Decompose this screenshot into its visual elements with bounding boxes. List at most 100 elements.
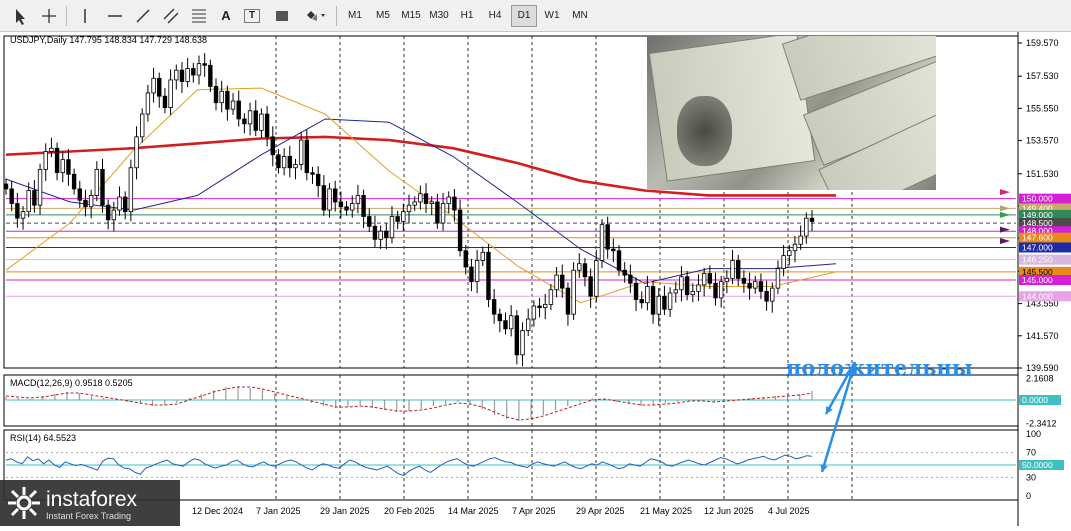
candle-body	[361, 195, 366, 217]
candle-body	[497, 313, 503, 322]
candle-body	[20, 211, 26, 219]
candle-body	[633, 282, 639, 300]
y-tick-label: 141.570	[1026, 331, 1059, 341]
candle-body	[639, 299, 644, 304]
candle-body	[43, 151, 48, 170]
timeframe-h1[interactable]: H1	[454, 5, 480, 27]
candle-body	[508, 315, 514, 330]
candle-body	[463, 250, 468, 268]
candle-body	[406, 204, 412, 213]
candle-body	[412, 201, 417, 206]
candle-body	[174, 69, 179, 81]
annotation-label: положительны	[786, 355, 973, 380]
trendline-icon[interactable]	[132, 5, 154, 27]
candle-body	[480, 251, 485, 261]
candle-body	[741, 277, 747, 284]
candle-body	[111, 209, 117, 221]
candle-body	[770, 287, 775, 302]
timeframe-m1[interactable]: M1	[342, 5, 368, 27]
candle-body	[628, 274, 633, 284]
label-tool-button[interactable]: T	[244, 9, 260, 23]
candle-body	[469, 266, 474, 283]
candle-body	[531, 305, 537, 320]
macd-tick-label: 2.1608	[1026, 373, 1054, 383]
candle-body	[599, 224, 605, 261]
timeframe-m5[interactable]: M5	[370, 5, 396, 27]
candle-body	[77, 188, 82, 201]
candle-body	[60, 159, 65, 174]
candle-body	[105, 204, 111, 221]
rsi-tick-label: 0	[1026, 491, 1031, 501]
candle-body	[179, 69, 185, 82]
candle-body	[15, 203, 20, 219]
candle-body	[582, 263, 588, 278]
candle-body	[418, 193, 423, 203]
candle-body	[548, 289, 554, 305]
candle-body	[37, 168, 43, 206]
candle-body	[446, 196, 451, 204]
timeframe-d1[interactable]: D1	[511, 5, 537, 27]
candle-body	[645, 286, 650, 304]
timeframe-w1[interactable]: W1	[539, 5, 565, 27]
candle-body	[571, 269, 576, 315]
cursor-icon[interactable]	[8, 5, 30, 27]
candle-body	[423, 193, 429, 204]
logo-brand: instaforex	[46, 488, 138, 511]
candle-body	[537, 305, 542, 309]
candle-body	[701, 273, 707, 286]
candle-body	[134, 136, 139, 169]
level-arrow-icon	[1000, 237, 1010, 244]
candle-body	[718, 281, 724, 299]
x-tick-label: 7 Jan 2025	[256, 506, 301, 516]
candle-body	[730, 260, 735, 279]
candle-body	[168, 79, 173, 108]
timeframe-m15[interactable]: M15	[398, 5, 424, 27]
candle-body	[650, 286, 656, 315]
candle-body	[491, 299, 497, 315]
candle-body	[520, 330, 525, 356]
candle-body	[350, 203, 355, 211]
macd-header: MACD(12,26,9) 0.9518 0.5205	[10, 378, 133, 388]
candle-body	[656, 295, 661, 315]
vertical-line-icon[interactable]	[74, 5, 96, 27]
candle-body	[304, 139, 310, 174]
candle-body	[525, 318, 531, 331]
rectangle-icon[interactable]	[271, 5, 293, 27]
candle-body	[338, 201, 344, 208]
candle-body	[293, 164, 298, 169]
timeframe-h4[interactable]: H4	[482, 5, 508, 27]
candle-body	[3, 183, 9, 190]
candle-body	[191, 68, 196, 76]
candle-body	[690, 290, 696, 296]
candle-body	[809, 217, 815, 222]
fibonacci-icon[interactable]	[188, 5, 210, 27]
candle-body	[474, 260, 480, 283]
level-arrow-icon	[1000, 189, 1010, 196]
candle-body	[679, 276, 684, 291]
shapes-icon[interactable]	[302, 5, 328, 27]
candle-body	[185, 68, 190, 82]
chart-area[interactable]: 12 Dec 2024 7 Jan 2025 29 Jan 2025 20 Feb 2…	[0, 32, 1071, 526]
candle-body	[781, 255, 786, 270]
channel-icon[interactable]	[160, 5, 182, 27]
crosshair-icon[interactable]	[38, 5, 60, 27]
x-tick-label: 14 Mar 2025	[448, 506, 499, 516]
y-tick-label: 159.570	[1026, 38, 1059, 48]
candle-body	[753, 281, 758, 289]
candle-body	[798, 235, 803, 245]
text-tool-button[interactable]: A	[215, 5, 237, 27]
yen-banknotes-photo	[647, 36, 936, 190]
rsi-tick-label: 70	[1026, 448, 1036, 458]
candle-body	[26, 190, 31, 213]
candle-body	[611, 248, 616, 252]
candle-body	[162, 95, 168, 108]
timeframe-mn[interactable]: MN	[567, 5, 593, 27]
candle-body	[140, 113, 145, 138]
candle-body	[577, 263, 582, 271]
candle-body	[554, 274, 559, 291]
candle-body	[355, 195, 361, 204]
candle-body	[196, 63, 202, 76]
toolbar: A T M1 M5 M15 M30 H1 H4 D1 W1 MN	[0, 0, 1071, 32]
timeframe-m30[interactable]: M30	[426, 5, 452, 27]
horizontal-line-icon[interactable]	[104, 5, 126, 27]
